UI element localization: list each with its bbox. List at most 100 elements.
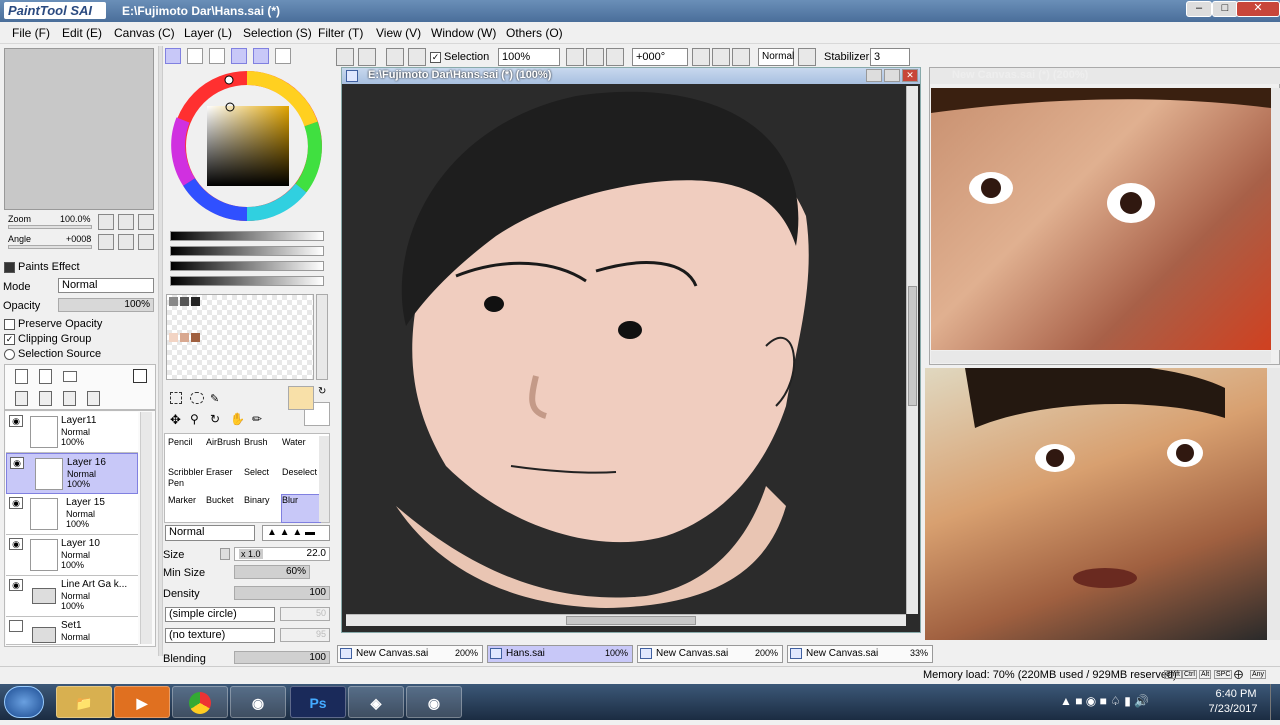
flip-button[interactable] (798, 48, 816, 66)
canvas-vertical-scrollbar[interactable] (906, 86, 918, 614)
mixer-tab[interactable] (231, 48, 247, 64)
reference-horizontal-scrollbar[interactable] (931, 351, 1271, 363)
new-linework-layer-icon[interactable] (39, 369, 52, 384)
layer-row-folder[interactable]: ◉ Line Art Ga k... Normal 100% (6, 576, 138, 617)
layer-row[interactable]: ◉ Layer 10 Normal 100% (6, 535, 138, 576)
swatch-scrollbar[interactable] (316, 294, 328, 380)
menu-file[interactable]: File (F) (12, 26, 50, 40)
selection-source-radio[interactable] (4, 348, 15, 360)
eye-icon[interactable]: ◉ (9, 579, 23, 591)
reference-photo-top[interactable] (931, 88, 1271, 350)
size-step-button[interactable] (220, 548, 230, 560)
chrome-icon[interactable] (172, 686, 228, 718)
nav-rotate-right-button[interactable] (118, 234, 134, 250)
expand-icon[interactable] (4, 261, 15, 273)
reference-scrollbar-2[interactable] (1267, 368, 1280, 640)
magic-wand-icon[interactable]: ✎ (210, 392, 222, 405)
zoom-reset-button[interactable] (606, 48, 624, 66)
eye-icon[interactable]: ◉ (9, 415, 23, 427)
tool-binary[interactable]: Binary (243, 494, 283, 523)
trash-icon[interactable] (87, 391, 100, 406)
menu-others[interactable]: Others (O) (506, 26, 563, 40)
swatch[interactable] (169, 297, 178, 306)
canvas-tab[interactable]: New Canvas.sai 33% (787, 645, 933, 663)
preserve-opacity-option[interactable]: Preserve Opacity (4, 318, 102, 330)
scratchpad-tab[interactable] (275, 48, 291, 64)
swatch[interactable] (191, 297, 200, 306)
zoom-icon[interactable]: ⚲ (190, 412, 199, 426)
minimize-button[interactable]: – (1186, 1, 1212, 17)
new-layer-icon[interactable] (15, 369, 28, 384)
brush-mode-select[interactable]: Normal (165, 525, 255, 541)
zoom-slider[interactable] (8, 225, 92, 229)
zoom-select[interactable]: 100% (498, 48, 560, 66)
tool-pencil[interactable]: Pencil (167, 436, 207, 465)
hand-icon[interactable]: ✋ (230, 412, 245, 426)
color-wheel[interactable] (165, 66, 331, 226)
drawing-artwork[interactable] (346, 86, 904, 614)
blend-mode-select[interactable]: Normal (758, 48, 794, 66)
selection-source-option[interactable]: Selection Source (4, 348, 101, 360)
menu-layer[interactable]: Layer (L) (184, 26, 232, 40)
tool-scribbler-pen[interactable]: Scribbler Pen (167, 466, 204, 495)
menu-canvas[interactable]: Canvas (C) (114, 26, 175, 40)
size-slider[interactable]: x 1.0 22.0 (234, 547, 330, 561)
hsv-slider-tab[interactable] (209, 48, 225, 64)
texture-strength-slider[interactable]: 95 (280, 628, 330, 642)
layer-row-folder[interactable]: Set1 Normal (6, 617, 138, 645)
menu-selection[interactable]: Selection (S) (243, 26, 312, 40)
menu-edit[interactable]: Edit (E) (62, 26, 102, 40)
tool-bucket[interactable]: Bucket (205, 494, 245, 523)
gray-slider-3[interactable] (170, 261, 324, 271)
canvas-tab[interactable]: New Canvas.sai 200% (337, 645, 483, 663)
rotation-select[interactable]: +000° (632, 48, 688, 66)
canvas-close-button[interactable]: ✕ (902, 69, 918, 82)
tool-grid-scrollbar[interactable] (319, 436, 329, 522)
panel-splitter[interactable] (158, 46, 163, 656)
tool-marker[interactable]: Marker (167, 494, 207, 523)
swatch[interactable] (191, 333, 200, 342)
rgb-slider-tab[interactable] (187, 48, 203, 64)
canvas-tab[interactable]: New Canvas.sai 200% (637, 645, 783, 663)
menu-view[interactable]: View (V) (376, 26, 421, 40)
brush-shape-select[interactable]: (simple circle) (165, 607, 275, 622)
redo-button[interactable] (358, 48, 376, 66)
maximize-button[interactable]: □ (1212, 1, 1238, 17)
deselect-button[interactable] (386, 48, 404, 66)
stabilizer-select[interactable]: 3 (870, 48, 910, 66)
tool-water[interactable]: Water (281, 436, 321, 465)
swap-colors-icon[interactable]: ↻ (318, 386, 326, 397)
tool-select[interactable]: Select (243, 466, 283, 495)
rotate-left-button[interactable] (692, 48, 710, 66)
rect-select-icon[interactable] (170, 392, 182, 404)
menu-filter[interactable]: Filter (T) (318, 26, 363, 40)
selection-checkbox[interactable]: ✓ (430, 51, 441, 63)
nav-rotate-left-button[interactable] (98, 234, 114, 250)
primary-color-swatch[interactable] (288, 386, 314, 410)
rotate-icon[interactable]: ↻ (210, 412, 220, 426)
navigator-preview[interactable] (4, 48, 154, 210)
tool-deselect[interactable]: Deselect (281, 466, 321, 495)
min-size-slider[interactable]: 60% (234, 565, 310, 579)
nav-zoom-reset-button[interactable] (138, 214, 154, 230)
start-button[interactable] (4, 686, 44, 718)
density-slider[interactable]: 100 (234, 586, 330, 600)
canvas-horizontal-scrollbar[interactable] (346, 614, 906, 626)
color-wheel-tab[interactable] (165, 48, 181, 64)
opacity-slider[interactable]: 100% (58, 298, 154, 312)
new-folder-icon[interactable] (63, 371, 77, 382)
selection-toggle[interactable]: ✓ Selection (430, 51, 489, 63)
transfer-down-icon[interactable] (15, 391, 28, 406)
menu-window[interactable]: Window (W) (431, 26, 496, 40)
layer-mask-icon[interactable] (133, 369, 147, 383)
gray-slider-4[interactable] (170, 276, 324, 286)
brush-shape-buttons[interactable]: ▲ ▲ ▲ ▬ (262, 525, 330, 541)
canvas-restore-button[interactable] (884, 69, 900, 82)
canvas-minimize-button[interactable] (866, 69, 882, 82)
reference-vertical-scrollbar[interactable] (1271, 88, 1280, 350)
angle-slider[interactable] (8, 245, 92, 249)
network-app-icon[interactable]: ◉ (230, 686, 286, 718)
brush-texture-select[interactable]: (no texture) (165, 628, 275, 643)
eyedropper-icon[interactable]: ✏ (252, 412, 262, 426)
rotate-right-button[interactable] (712, 48, 730, 66)
